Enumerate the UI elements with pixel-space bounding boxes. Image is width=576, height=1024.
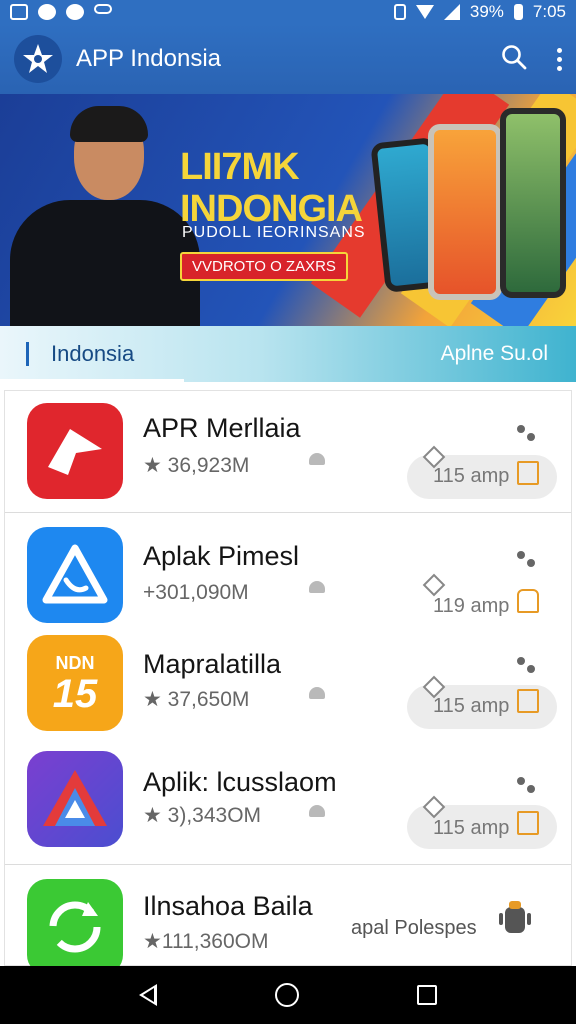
cloud-icon — [94, 4, 112, 14]
icon-text-top: NDN — [55, 652, 95, 673]
install-button-label: 115 amp — [433, 465, 510, 487]
thumbs-up-icon[interactable] — [517, 589, 539, 613]
back-icon[interactable] — [139, 984, 157, 1006]
app-meta: ★ 37,650M — [143, 688, 250, 711]
robot-icon[interactable] — [495, 899, 535, 939]
battery-percent: 39% — [469, 2, 504, 21]
connect-icon — [517, 657, 539, 675]
app-meta: ★111,360OM — [143, 930, 269, 953]
ndn-15-icon: NDN 15 — [27, 635, 123, 731]
banner-badge[interactable]: VVDROTO O ZAXRS — [180, 252, 348, 281]
share-icon[interactable] — [517, 689, 539, 713]
status-system-icons: 39% 7:05 — [393, 2, 566, 22]
signal-icon — [443, 4, 460, 20]
banner-headline: LII7MK INDONGIA — [180, 146, 363, 230]
prism-a-icon — [27, 751, 123, 847]
share-icon[interactable] — [517, 461, 539, 485]
app-action-label[interactable]: apal Polespes — [351, 917, 477, 940]
info-icon — [309, 581, 325, 593]
status-bar: 39% 7:05 — [0, 0, 576, 24]
triangle-phone-icon — [27, 527, 123, 623]
app-meta: +301,090M — [143, 581, 249, 604]
app-name: APR Merllaia — [143, 413, 301, 443]
app-list: APR Merllaia ★ 36,923M 115 amp Aplak Pim… — [4, 390, 572, 975]
info-icon — [309, 453, 325, 465]
messenger-icon — [66, 4, 84, 20]
list-item[interactable]: Ilnsahoa Baila ★111,360OM apal Polespes — [5, 865, 571, 975]
connect-icon — [517, 551, 539, 569]
info-icon — [309, 805, 325, 817]
recents-icon[interactable] — [417, 985, 437, 1005]
vibrate-icon — [393, 4, 406, 20]
tab-indonsia-label: Indonsia — [51, 341, 135, 366]
install-button-label[interactable]: 119 amp — [433, 595, 509, 618]
app-name: Aplik: lcusslaom — [143, 767, 337, 797]
app-meta: ★ 3),343OM — [143, 804, 262, 827]
install-button-label: 115 amp — [433, 695, 510, 717]
search-icon[interactable] — [501, 44, 527, 75]
tab-active-indicator — [0, 379, 184, 382]
phone-image-3 — [500, 108, 566, 298]
clock: 7:05 — [532, 2, 566, 21]
share-icon[interactable] — [517, 811, 539, 835]
info-icon — [309, 687, 325, 699]
navigation-bar — [0, 966, 576, 1024]
tag-icon — [422, 573, 446, 597]
status-notification-icons — [10, 4, 112, 20]
more-vert-icon[interactable] — [557, 47, 562, 71]
list-item[interactable]: Aplak Pimesl +301,090M 119 amp — [5, 513, 571, 625]
battery-icon — [513, 4, 523, 20]
banner-subline: PUDOLL IEORINSANS — [182, 224, 366, 241]
app-bar: APP Indonsia — [0, 24, 576, 94]
list-item[interactable]: NDN 15 Mapralatilla ★ 37,650M 115 amp — [5, 625, 571, 743]
play-arrow-icon — [27, 403, 123, 499]
connect-icon — [517, 777, 539, 795]
app-name: Mapralatilla — [143, 649, 282, 679]
list-item[interactable]: APR Merllaia ★ 36,923M 115 amp — [5, 391, 571, 513]
phone-image-2 — [428, 124, 502, 300]
app-title: APP Indonsia — [76, 45, 221, 72]
icon-text-main: 15 — [52, 671, 98, 716]
install-button-label: 115 amp — [433, 817, 510, 839]
app-name: Aplak Pimesl — [143, 541, 300, 571]
app-name: Ilnsahoa Baila — [143, 891, 313, 921]
star-logo-icon[interactable] — [14, 35, 62, 83]
promo-banner[interactable]: LII7MK INDONGIA PUDOLL IEORINSANS VVDROT… — [0, 94, 576, 326]
app-meta: ★ 36,923M — [143, 454, 250, 477]
category-tabs: Indonsia Aplne Su.ol — [0, 326, 576, 382]
home-icon[interactable] — [275, 983, 299, 1007]
connect-icon — [517, 425, 539, 443]
presenter-image — [10, 102, 200, 326]
tab-indonsia[interactable]: Indonsia — [0, 326, 184, 382]
chat-icon — [38, 4, 56, 20]
tab-aplne[interactable]: Aplne Su.ol — [441, 342, 548, 366]
refresh-circle-icon — [27, 879, 123, 975]
wifi-icon — [415, 5, 434, 19]
gallery-icon — [10, 4, 28, 20]
list-item[interactable]: Aplik: lcusslaom ★ 3),343OM 115 amp — [5, 743, 571, 865]
banner-headline-line1: LII7MK — [180, 146, 300, 188]
